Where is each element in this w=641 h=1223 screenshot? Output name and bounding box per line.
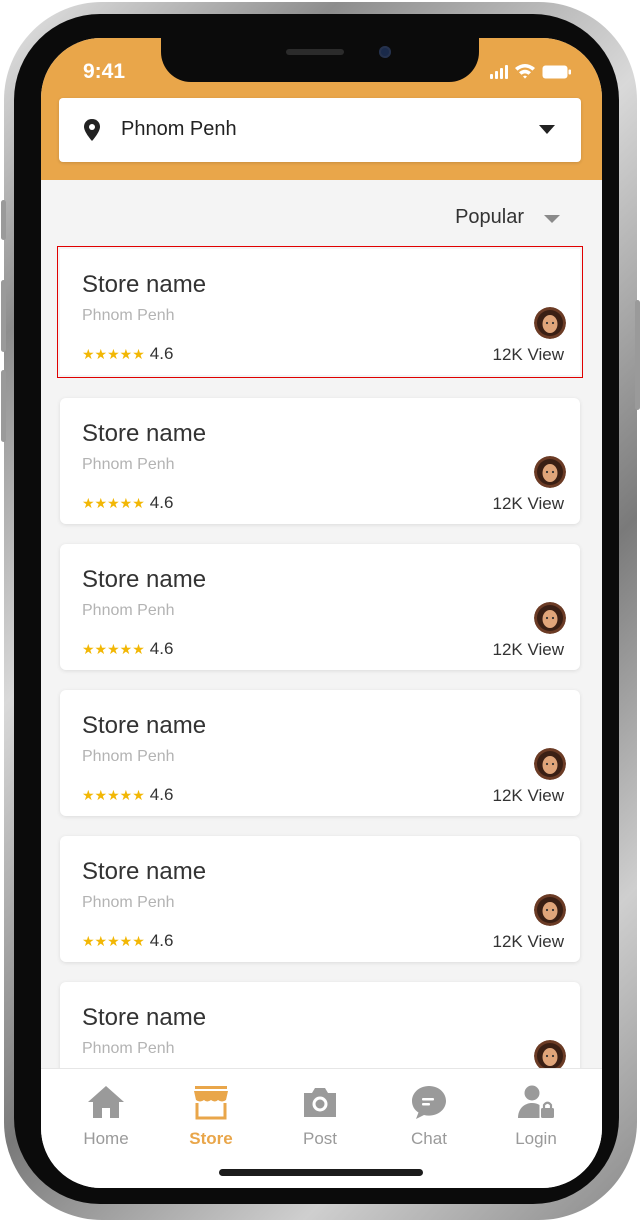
rating-value: 4.6: [149, 344, 174, 363]
store-views: 12K View: [492, 345, 564, 364]
front-camera: [379, 46, 391, 58]
star-rating-icon: ★★★★★: [82, 640, 145, 657]
nav-item-login[interactable]: Login: [491, 1083, 581, 1149]
store-city: Phnom Penh: [82, 1040, 175, 1057]
rating-value: 4.6: [149, 785, 174, 804]
battery-icon: [542, 65, 571, 79]
store-name: Store name: [82, 566, 207, 593]
store-card[interactable]: Store name Phnom Penh ★★★★★ 4.6 12K View: [57, 246, 583, 378]
chat-icon: [412, 1086, 446, 1119]
sort-dropdown-label[interactable]: Popular: [455, 206, 524, 229]
store-card[interactable]: Store name Phnom Penh ★★★★★ 4.6 12K View: [60, 398, 580, 524]
star-rating-icon: ★★★★★: [82, 786, 145, 803]
rating-value: 4.6: [149, 493, 174, 512]
sort-chevron-down-icon[interactable]: [544, 215, 560, 223]
status-time: 9:41: [83, 60, 126, 83]
location-pin-icon: [84, 119, 100, 141]
nav-label: Store: [189, 1129, 233, 1148]
owner-avatar: [534, 307, 566, 339]
nav-item-chat[interactable]: Chat: [384, 1083, 474, 1149]
store-views: 12K View: [492, 932, 564, 951]
owner-avatar: [534, 456, 566, 488]
store-rating: ★★★★★ 4.6: [82, 639, 173, 659]
nav-label: Post: [302, 1129, 338, 1148]
sort-bar: Popular: [41, 180, 602, 246]
store-name: Store name: [82, 712, 207, 739]
store-icon: [194, 1086, 228, 1120]
store-rating: ★★★★★ 4.6: [82, 931, 173, 951]
store-card[interactable]: Store name Phnom Penh ★★★★★ 4.6 12K View: [60, 836, 580, 962]
owner-avatar: [534, 602, 566, 634]
rating-value: 4.6: [149, 931, 174, 950]
store-views: 12K View: [492, 494, 564, 513]
store-city: Phnom Penh: [82, 602, 175, 619]
store-views: 12K View: [492, 640, 564, 659]
side-button-volume-down: [1, 370, 6, 442]
rating-value: 4.6: [149, 639, 174, 658]
store-name: Store name: [82, 1004, 207, 1031]
store-name: Store name: [82, 271, 207, 298]
side-button-volume-up: [1, 280, 6, 352]
location-value: Phnom Penh: [121, 118, 237, 140]
earpiece-speaker: [286, 49, 344, 55]
star-rating-icon: ★★★★★: [82, 345, 145, 362]
chevron-down-icon: [539, 125, 555, 134]
store-city: Phnom Penh: [82, 456, 175, 473]
nav-item-home[interactable]: Home: [61, 1083, 151, 1149]
status-icons: [490, 63, 572, 79]
owner-avatar: [534, 748, 566, 780]
camera-icon: [304, 1088, 336, 1117]
store-card[interactable]: Store name Phnom Penh ★★★★★ 4.6 12K View: [60, 690, 580, 816]
home-indicator[interactable]: [219, 1169, 423, 1176]
star-rating-icon: ★★★★★: [82, 932, 145, 949]
store-city: Phnom Penh: [82, 307, 175, 324]
star-rating-icon: ★★★★★: [82, 494, 145, 511]
side-button-mute: [1, 200, 6, 240]
side-button-power: [635, 300, 640, 410]
user-lock-icon: [518, 1085, 554, 1118]
phone-notch: [161, 38, 479, 82]
app-screen: 9:41 Phnom Penh Popular Store name Phnom…: [41, 38, 602, 1188]
store-name: Store name: [82, 858, 207, 885]
store-rating: ★★★★★ 4.6: [82, 785, 173, 805]
nav-item-store[interactable]: Store: [166, 1083, 256, 1149]
store-rating: ★★★★★ 4.6: [82, 493, 173, 513]
home-icon: [88, 1086, 124, 1118]
owner-avatar: [534, 894, 566, 926]
nav-label: Login: [515, 1129, 557, 1148]
store-name: Store name: [82, 420, 207, 447]
nav-label: Chat: [411, 1129, 447, 1148]
cellular-signal-icon: [490, 65, 508, 79]
store-card[interactable]: Store name Phnom Penh ★★★★★ 4.6 12K View: [60, 544, 580, 670]
store-rating: ★★★★★ 4.6: [82, 344, 173, 364]
wifi-icon: [515, 64, 535, 79]
store-views: 12K View: [492, 786, 564, 805]
store-city: Phnom Penh: [82, 894, 175, 911]
store-city: Phnom Penh: [82, 748, 175, 765]
nav-label: Home: [83, 1129, 129, 1148]
location-selector[interactable]: Phnom Penh: [59, 98, 581, 162]
nav-item-post[interactable]: Post: [275, 1083, 365, 1149]
